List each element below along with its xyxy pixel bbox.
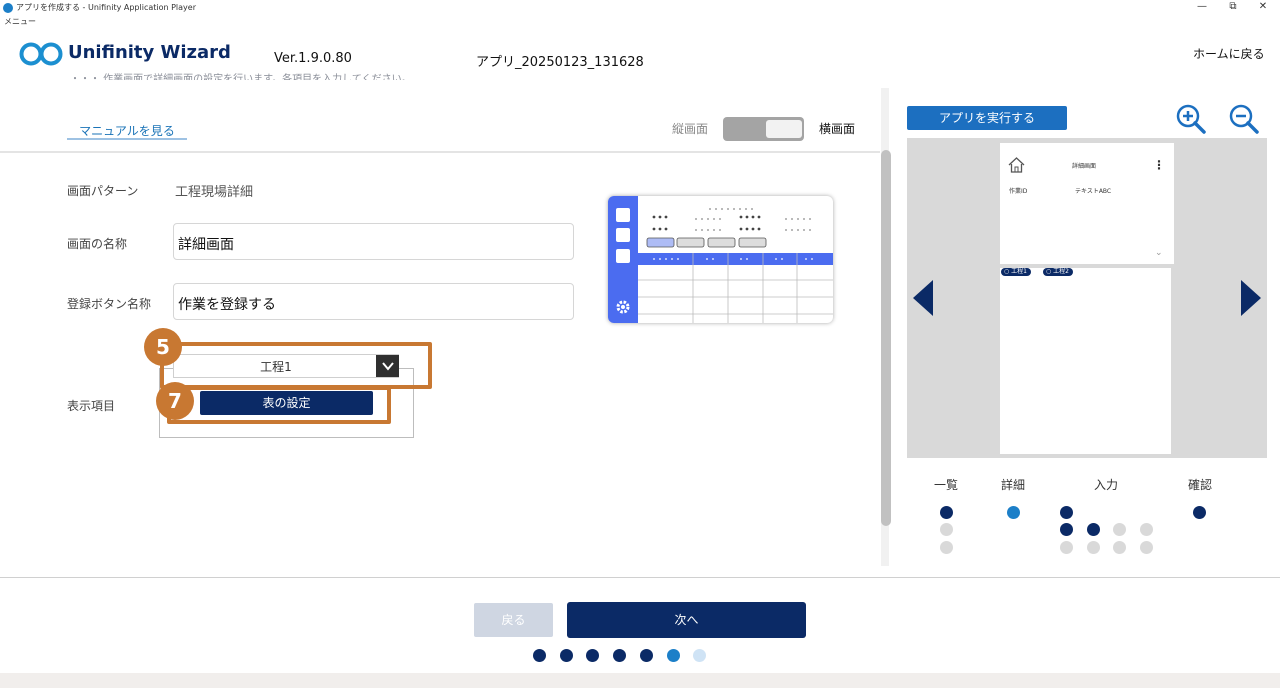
highlight-box-7	[167, 386, 391, 424]
step-badge-7: 7	[156, 382, 194, 420]
preview-screen-title: 詳細画面	[1072, 163, 1097, 170]
app-icon	[3, 3, 13, 13]
window-title: アプリを作成する - Unifinity Application Player	[16, 3, 197, 12]
arrow-right-icon[interactable]	[1239, 280, 1261, 316]
preview-phone-body	[1000, 268, 1171, 454]
portrait-label[interactable]: 縦画面	[672, 120, 708, 137]
landscape-label[interactable]: 横画面	[819, 120, 855, 137]
nav-dot[interactable]	[1060, 506, 1073, 519]
arrow-left-icon[interactable]	[913, 280, 935, 316]
progress-dot	[613, 649, 627, 662]
nav-dot[interactable]	[940, 523, 953, 536]
footer-strip	[0, 673, 1280, 688]
minimize-button[interactable]: —	[1187, 0, 1217, 15]
restore-button[interactable]: ⧉	[1218, 0, 1248, 15]
progress-dot	[586, 649, 600, 662]
nav-dot[interactable]	[1113, 541, 1126, 554]
register-button-input[interactable]: 作業を登録する	[173, 283, 574, 320]
screen-name-input[interactable]: 詳細画面	[173, 223, 574, 260]
nav-input-label: 入力	[1094, 478, 1119, 492]
pattern-thumbnail	[608, 196, 833, 323]
home-icon	[1008, 157, 1025, 173]
divider	[0, 151, 880, 153]
close-button[interactable]: ✕	[1248, 0, 1278, 15]
preview-chip-1: ○ 工程1	[1001, 268, 1031, 276]
display-items-label: 表示項目	[67, 399, 116, 413]
preview-chip-2: ○ 工程2	[1043, 268, 1073, 276]
thumbnail-sidebar	[608, 196, 638, 323]
toggle-knob[interactable]	[766, 120, 802, 138]
nav-dot[interactable]	[1113, 523, 1126, 536]
nav-dot[interactable]	[940, 506, 953, 519]
nav-dot[interactable]	[1140, 523, 1153, 536]
nav-dot[interactable]	[940, 541, 953, 554]
run-app-button[interactable]: アプリを実行する	[907, 106, 1067, 130]
zoom-out-icon[interactable]	[1228, 103, 1260, 135]
menu-item[interactable]: メニュー	[4, 16, 36, 27]
next-button[interactable]: 次へ	[567, 602, 806, 638]
nav-list-label: 一覧	[934, 478, 959, 492]
hint-text: ・・・ 作業画面で詳細画面の設定を行います。各項目を入力してください。	[70, 74, 412, 80]
more-icon: ⋮	[1153, 158, 1165, 172]
nav-detail-label: 詳細	[1001, 478, 1026, 492]
screen-name-label: 画面の名称	[67, 237, 128, 251]
app-name: アプリ_20250123_131628	[476, 55, 644, 70]
chevron-down-icon: ⌄	[1155, 248, 1163, 258]
nav-confirm-label: 確認	[1188, 478, 1213, 492]
back-button[interactable]: 戻る	[474, 603, 553, 637]
register-button-label: 登録ボタン名称	[67, 297, 152, 311]
scrollbar-thumb[interactable]	[881, 150, 891, 526]
manual-link[interactable]: マニュアルを見る	[67, 118, 187, 140]
gear-icon	[616, 300, 630, 314]
menu-bar	[0, 15, 1280, 29]
zoom-in-icon[interactable]	[1175, 103, 1207, 135]
progress-dot	[639, 649, 653, 662]
preview-field-label: 作業ID	[1009, 188, 1028, 195]
nav-dot[interactable]	[1060, 541, 1073, 554]
nav-dot[interactable]	[1087, 541, 1100, 554]
progress-dot	[693, 649, 707, 662]
nav-dot[interactable]	[1193, 506, 1206, 519]
highlight-box-5	[160, 342, 432, 389]
logo-icon	[19, 42, 63, 66]
nav-dot[interactable]	[1087, 523, 1100, 536]
pattern-value: 工程現場詳細	[175, 185, 254, 200]
progress-dots	[533, 649, 713, 663]
logo-text: Unifinity Wizard	[68, 42, 231, 63]
home-link[interactable]: ホームに戻る	[1193, 45, 1265, 62]
preview-field-value: テキストABC	[1075, 188, 1112, 195]
version-label: Ver.1.9.0.80	[274, 51, 352, 66]
progress-dot	[559, 649, 573, 662]
progress-dot	[666, 649, 680, 662]
nav-dot-current[interactable]	[1007, 506, 1020, 519]
pattern-label: 画面パターン	[67, 184, 139, 198]
nav-dot[interactable]	[1060, 523, 1073, 536]
progress-dot	[533, 649, 546, 662]
nav-dot[interactable]	[1140, 541, 1153, 554]
step-badge-5: 5	[144, 328, 182, 366]
